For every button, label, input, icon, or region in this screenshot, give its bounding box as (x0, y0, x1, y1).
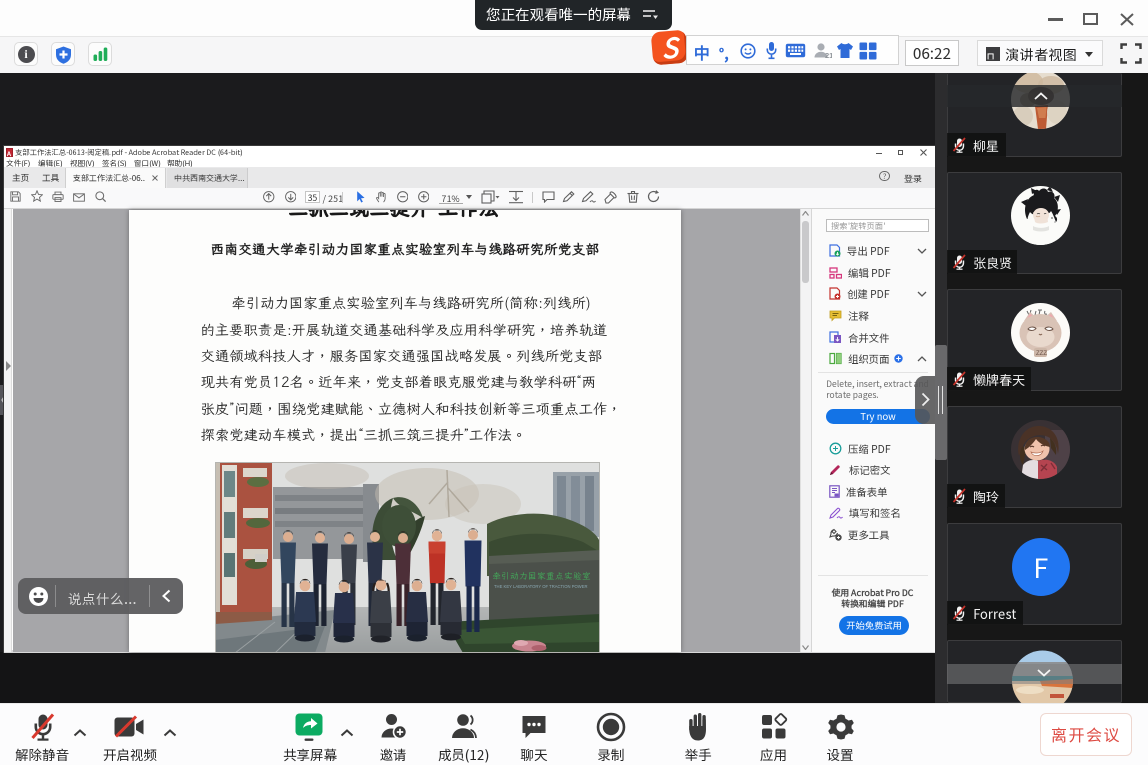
svg-text:THE KEY LABORATORY OF TRACTION: THE KEY LABORATORY OF TRACTION POWER (494, 584, 588, 589)
svg-text:21: 21 (825, 51, 832, 60)
svg-text:ZZZ: ZZZ (1036, 351, 1047, 357)
svg-text:牵引动力国家重点实验室: 牵引动力国家重点实验室 (492, 571, 591, 582)
